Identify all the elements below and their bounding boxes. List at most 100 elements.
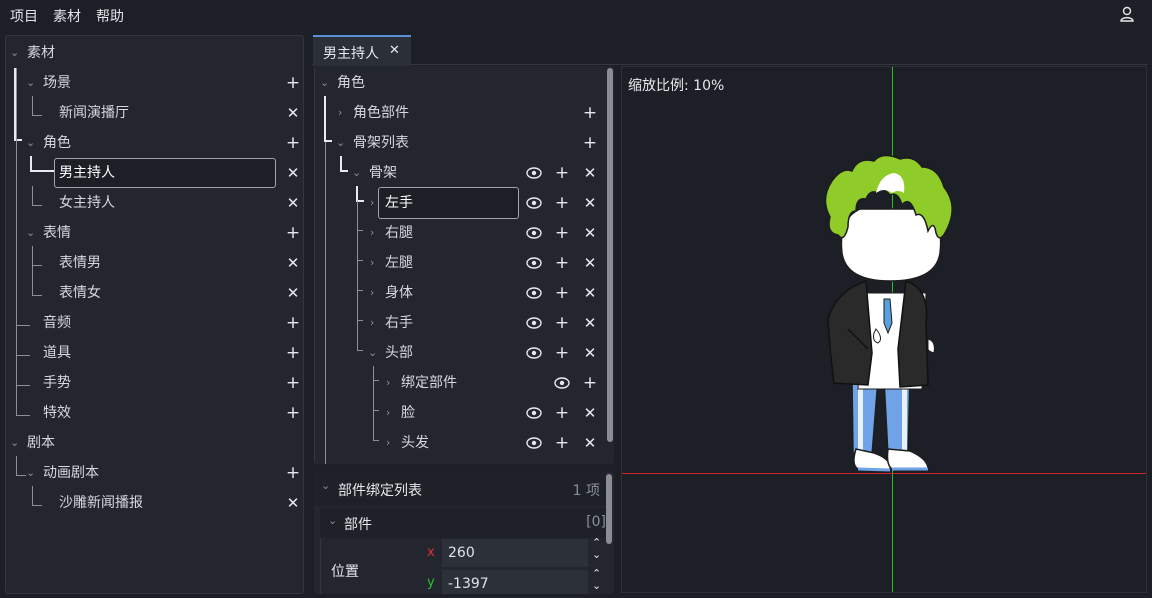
remove-icon[interactable]: ✕ bbox=[582, 309, 598, 337]
remove-icon[interactable]: ✕ bbox=[582, 339, 598, 367]
remove-icon[interactable]: ✕ bbox=[285, 159, 301, 187]
bone-node[interactable]: ⌄ 头部 + ✕ bbox=[315, 339, 605, 367]
chevron-down-icon[interactable]: ⌄ bbox=[321, 479, 330, 492]
tree-item-scene[interactable]: ⌄ 场景 + bbox=[6, 69, 303, 97]
character-canvas[interactable]: 缩放比例: 10% bbox=[621, 66, 1147, 593]
add-icon[interactable]: + bbox=[582, 99, 598, 127]
tree-item-expression[interactable]: ⌄ 表情 + bbox=[6, 219, 303, 247]
part-header[interactable]: ⌄ 部件 [0] bbox=[320, 508, 606, 538]
add-icon[interactable]: + bbox=[554, 339, 570, 367]
bone-node[interactable]: › 身体 + ✕ bbox=[315, 279, 605, 307]
eye-icon[interactable] bbox=[526, 429, 542, 457]
eye-icon[interactable] bbox=[526, 219, 542, 247]
bone-node[interactable]: › 左腿 + ✕ bbox=[315, 249, 605, 277]
position-y-input[interactable]: -1397 bbox=[442, 570, 588, 594]
node-role[interactable]: ⌄ 角色 bbox=[315, 69, 605, 97]
node-skeleton[interactable]: ⌄ 骨架 + ✕ bbox=[315, 159, 605, 187]
eye-icon[interactable] bbox=[554, 369, 570, 397]
eye-icon[interactable] bbox=[526, 279, 542, 307]
add-icon[interactable]: + bbox=[554, 249, 570, 277]
remove-icon[interactable]: ✕ bbox=[285, 99, 301, 127]
add-icon[interactable]: + bbox=[582, 369, 598, 397]
eye-icon[interactable] bbox=[526, 249, 542, 277]
remove-icon[interactable]: ✕ bbox=[582, 429, 598, 457]
close-icon[interactable]: ✕ bbox=[389, 43, 400, 58]
chevron-down-icon[interactable]: ⌄ bbox=[592, 579, 601, 592]
remove-icon[interactable]: ✕ bbox=[582, 159, 598, 187]
remove-icon[interactable]: ✕ bbox=[582, 249, 598, 277]
add-icon[interactable]: + bbox=[554, 279, 570, 307]
chevron-right-icon[interactable]: › bbox=[370, 309, 380, 337]
tree-item-news-broadcast[interactable]: 沙雕新闻播报 ✕ bbox=[6, 489, 303, 517]
add-icon[interactable]: + bbox=[285, 129, 301, 157]
chevron-right-icon[interactable]: › bbox=[338, 99, 348, 127]
add-icon[interactable]: + bbox=[285, 399, 301, 427]
add-icon[interactable]: + bbox=[582, 129, 598, 157]
tree-item-props[interactable]: 道具 + bbox=[6, 339, 303, 367]
tree-item-female-host[interactable]: 女主持人 ✕ bbox=[6, 189, 303, 217]
tree-item-audio[interactable]: 音频 + bbox=[6, 309, 303, 337]
tree-item-news-studio[interactable]: 新闻演播厅 ✕ bbox=[6, 99, 303, 127]
chevron-right-icon[interactable]: › bbox=[386, 429, 396, 457]
remove-icon[interactable]: ✕ bbox=[582, 219, 598, 247]
add-icon[interactable]: + bbox=[285, 339, 301, 367]
remove-icon[interactable]: ✕ bbox=[285, 189, 301, 217]
tree-item-effects[interactable]: 特效 + bbox=[6, 399, 303, 427]
tab-male-host[interactable]: 男主持人 ✕ bbox=[313, 35, 411, 66]
add-icon[interactable]: + bbox=[285, 309, 301, 337]
chevron-down-icon[interactable]: ⌄ bbox=[26, 219, 36, 247]
remove-icon[interactable]: ✕ bbox=[582, 399, 598, 427]
chevron-down-icon[interactable]: ⌄ bbox=[10, 39, 20, 67]
head-child-node[interactable]: › 脸 + ✕ bbox=[315, 399, 605, 427]
position-x-input[interactable]: 260 bbox=[442, 539, 588, 567]
add-icon[interactable]: + bbox=[554, 159, 570, 187]
add-icon[interactable]: + bbox=[285, 69, 301, 97]
eye-icon[interactable] bbox=[526, 159, 542, 187]
tree-scrollbar[interactable] bbox=[607, 68, 613, 442]
bone-node[interactable]: › 左手 + ✕ bbox=[315, 187, 605, 219]
chevron-right-icon[interactable]: › bbox=[386, 369, 396, 397]
menu-assets[interactable]: 素材 bbox=[53, 6, 81, 26]
add-icon[interactable]: + bbox=[285, 219, 301, 247]
add-icon[interactable]: + bbox=[554, 189, 570, 217]
tree-item-assets[interactable]: ⌄ 素材 bbox=[6, 39, 303, 67]
chevron-down-icon[interactable]: ⌄ bbox=[592, 548, 601, 561]
add-icon[interactable]: + bbox=[285, 459, 301, 487]
add-icon[interactable]: + bbox=[554, 219, 570, 247]
menu-project[interactable]: 项目 bbox=[10, 6, 38, 26]
tree-item-anim-script[interactable]: ⌄ 动画剧本 + bbox=[6, 459, 303, 487]
bone-node[interactable]: › 右腿 + ✕ bbox=[315, 219, 605, 247]
add-icon[interactable]: + bbox=[285, 369, 301, 397]
chevron-right-icon[interactable]: › bbox=[370, 249, 380, 277]
chevron-right-icon[interactable]: › bbox=[386, 399, 396, 427]
chevron-down-icon[interactable]: ⌄ bbox=[26, 129, 36, 157]
remove-icon[interactable]: ✕ bbox=[582, 189, 598, 217]
chevron-down-icon[interactable]: ⌄ bbox=[26, 459, 36, 487]
chevron-down-icon[interactable]: ⌄ bbox=[320, 69, 330, 97]
chevron-right-icon[interactable]: › bbox=[370, 219, 380, 247]
chevron-right-icon[interactable]: › bbox=[370, 279, 380, 307]
tree-item-expr-male[interactable]: 表情男 ✕ bbox=[6, 249, 303, 277]
tree-item-script[interactable]: ⌄ 剧本 bbox=[6, 429, 303, 457]
head-child-node[interactable]: › 头发 + ✕ bbox=[315, 429, 605, 457]
eye-icon[interactable] bbox=[526, 399, 542, 427]
binding-scrollbar[interactable] bbox=[606, 474, 612, 544]
tree-item-expr-female[interactable]: 表情女 ✕ bbox=[6, 279, 303, 307]
remove-icon[interactable]: ✕ bbox=[285, 279, 301, 307]
chevron-down-icon[interactable]: ⌄ bbox=[352, 159, 362, 187]
add-icon[interactable]: + bbox=[554, 429, 570, 457]
eye-icon[interactable] bbox=[526, 189, 542, 217]
y-stepper[interactable]: ⌃ ⌄ bbox=[590, 567, 604, 594]
node-skeleton-list[interactable]: ⌄ 骨架列表 + bbox=[315, 129, 605, 157]
x-stepper[interactable]: ⌃ ⌄ bbox=[590, 536, 604, 567]
chevron-down-icon[interactable]: ⌄ bbox=[328, 514, 337, 527]
eye-icon[interactable] bbox=[526, 309, 542, 337]
remove-icon[interactable]: ✕ bbox=[582, 279, 598, 307]
menu-help[interactable]: 帮助 bbox=[96, 6, 124, 26]
tree-item-role[interactable]: ⌄ 角色 + bbox=[6, 129, 303, 157]
bone-node[interactable]: › 右手 + ✕ bbox=[315, 309, 605, 337]
tree-item-male-host[interactable]: 男主持人 ✕ bbox=[6, 158, 303, 188]
remove-icon[interactable]: ✕ bbox=[285, 249, 301, 277]
remove-icon[interactable]: ✕ bbox=[285, 489, 301, 517]
add-icon[interactable]: + bbox=[554, 309, 570, 337]
